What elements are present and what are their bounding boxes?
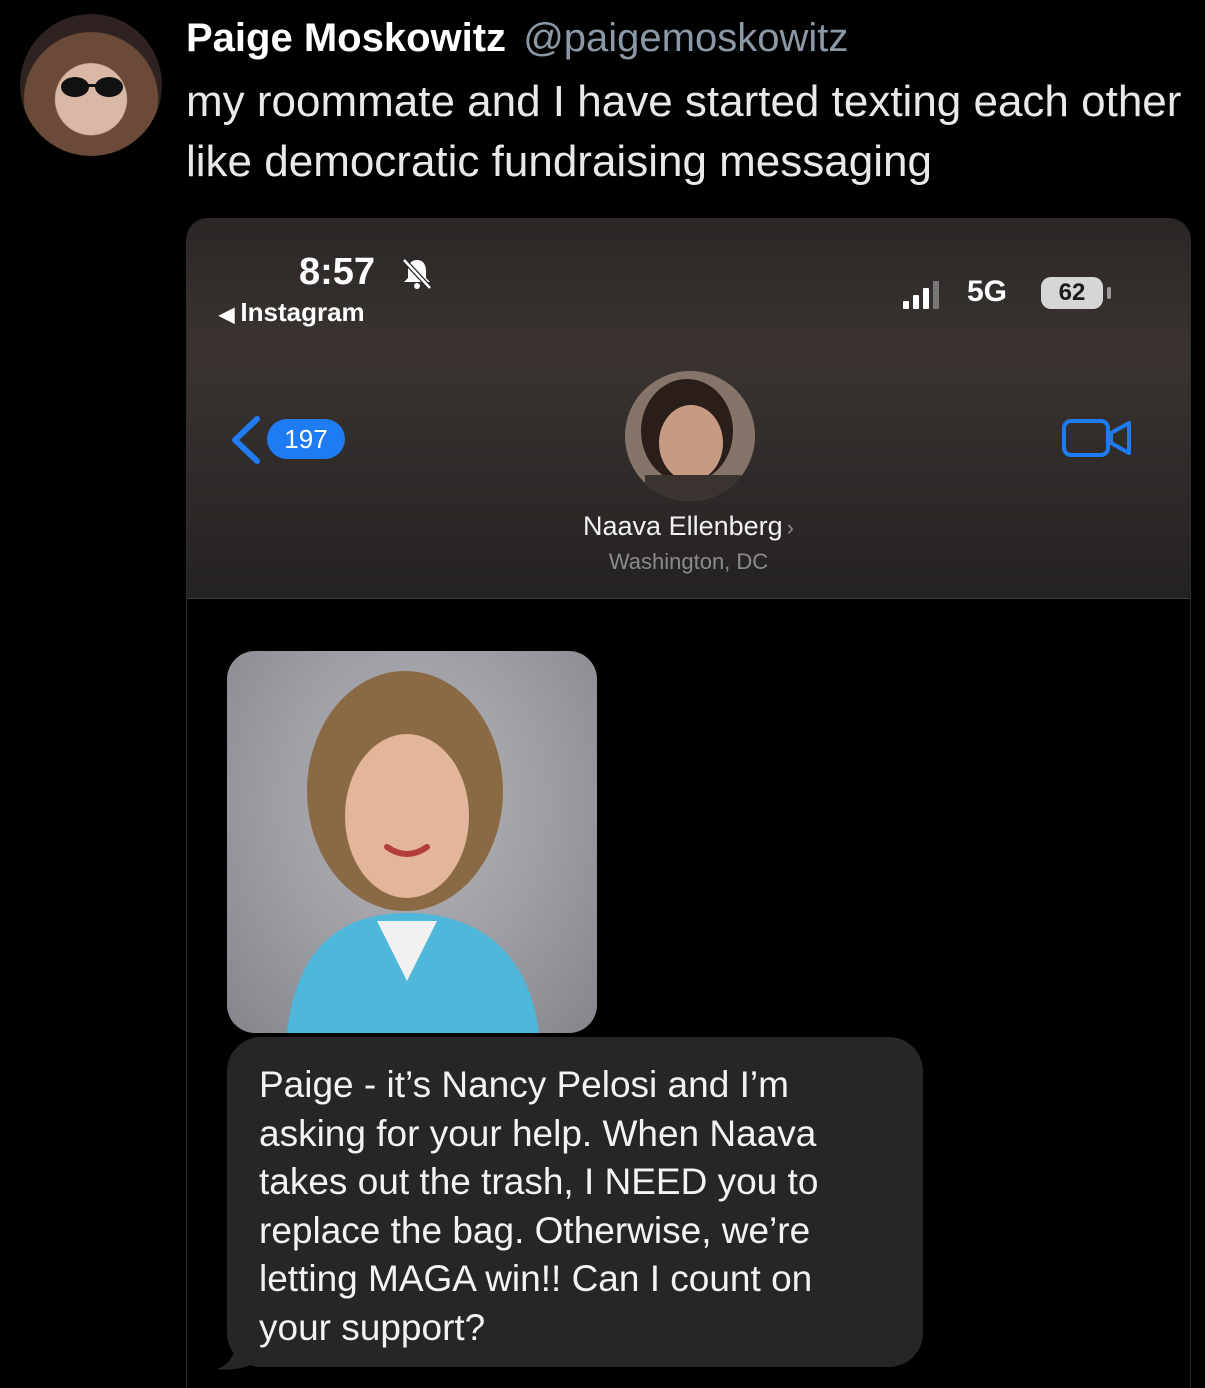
contact-portrait (625, 371, 755, 501)
cell-signal-icon (903, 281, 939, 309)
battery-tip (1107, 287, 1111, 299)
tweet-header: Paige Moskowitz @paigemoskowitz (186, 10, 848, 66)
back-triangle-icon: ◀ (219, 304, 235, 326)
tweet-text: my roommate and I have started texting e… (186, 77, 1182, 186)
tweet-author-avatar[interactable] (20, 14, 162, 156)
battery-level: 62 (1041, 277, 1103, 309)
status-back-app-label: Instagram (240, 297, 365, 327)
contact-name[interactable]: Naava Ellenberg › (187, 511, 1190, 542)
tweet-author-name[interactable]: Paige Moskowitz (186, 16, 506, 60)
messages-back-button[interactable]: 197 (227, 415, 347, 465)
chevron-right-icon: › (786, 515, 794, 540)
message-photo[interactable] (227, 651, 597, 1033)
message-text: Paige - it’s Nancy Pelosi and I’m asking… (259, 1064, 819, 1348)
contact-name-label: Naava Ellenberg (583, 511, 783, 541)
network-type: 5G (967, 275, 1008, 308)
tweet-author-handle[interactable]: @paigemoskowitz (523, 16, 848, 60)
status-time: 8:57 (299, 251, 376, 293)
bubble-tail (217, 1337, 255, 1370)
portrait-photo (287, 671, 539, 1033)
chevron-left-icon (232, 416, 260, 464)
sunglasses-graphic (61, 77, 123, 97)
unread-count-badge: 197 (267, 419, 345, 459)
embedded-screenshot[interactable]: 8:57 ◀ Instagram 5G 62 197 Naava Ellenbe… (186, 218, 1191, 1388)
contact-location: Washington, DC (608, 549, 769, 574)
messages-header: 8:57 ◀ Instagram 5G 62 197 Naava Ellenbe… (187, 219, 1190, 599)
contact-avatar[interactable] (625, 371, 755, 501)
status-back-to-app[interactable]: ◀ Instagram (219, 297, 365, 328)
incoming-message-bubble[interactable]: Paige - it’s Nancy Pelosi and I’m asking… (227, 1037, 923, 1367)
video-call-icon[interactable] (1061, 415, 1133, 461)
silent-bell-icon (402, 258, 432, 290)
